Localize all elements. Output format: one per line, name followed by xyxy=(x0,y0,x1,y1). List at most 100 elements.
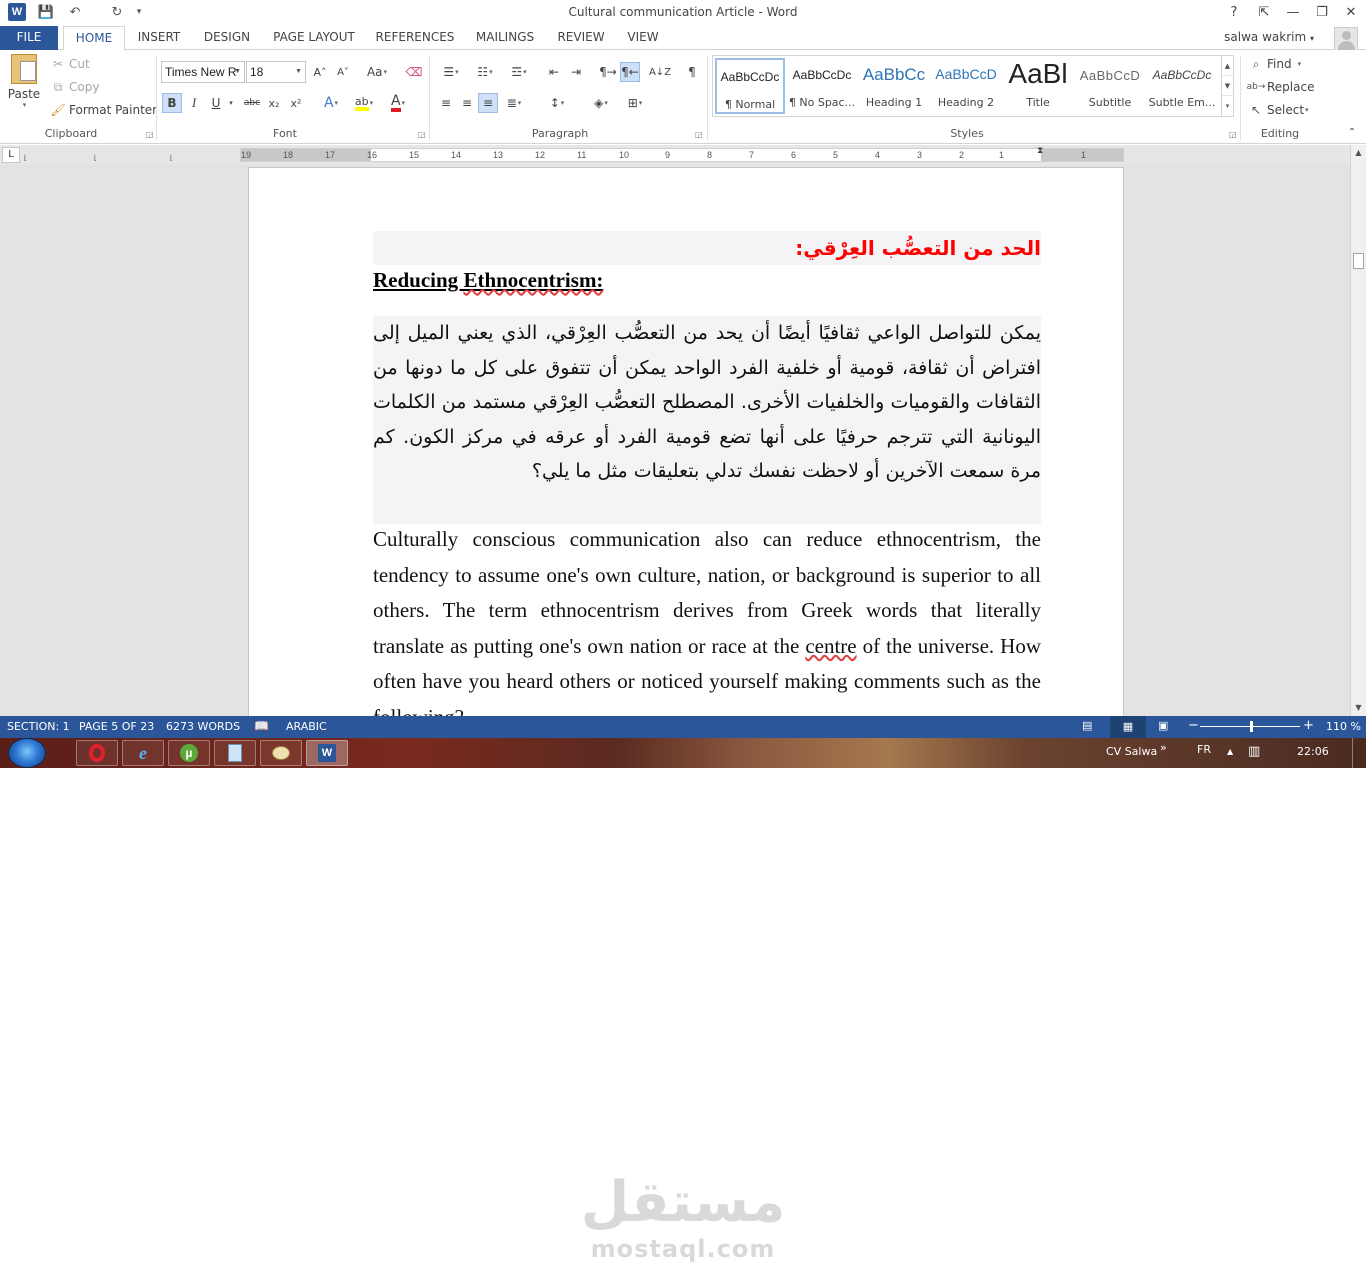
multilevel-list-icon[interactable]: ☲ ▾ xyxy=(504,62,534,82)
arabic-heading[interactable]: الحد من التعصُّب العِرْقي: xyxy=(373,231,1041,265)
borders-icon[interactable]: ⊞ ▾ xyxy=(620,93,650,113)
cut-button[interactable]: ✂ Cut xyxy=(50,56,90,72)
line-spacing-icon[interactable]: ↕ ▾ xyxy=(542,93,572,113)
tab-page-layout[interactable]: PAGE LAYOUT xyxy=(268,26,360,50)
tab-selector[interactable]: L xyxy=(2,147,20,163)
change-case-icon[interactable]: Aa ▾ xyxy=(362,62,392,82)
english-paragraph[interactable]: Culturally conscious communication also … xyxy=(373,522,1041,716)
ribbon-display-options-button[interactable]: ⇱ xyxy=(1251,2,1277,22)
align-center-icon[interactable]: ≡ xyxy=(457,93,477,113)
windows-start-button[interactable] xyxy=(8,738,46,768)
word-count[interactable]: 6273 WORDS xyxy=(166,720,240,733)
style-normal[interactable]: AaBbCcDc ¶ Normal xyxy=(715,58,785,114)
tab-review[interactable]: REVIEW xyxy=(554,26,608,50)
style-title[interactable]: AaBl Title xyxy=(1003,58,1073,114)
font-name-select[interactable]: Times New R ▼ xyxy=(161,61,245,83)
font-launcher-icon[interactable]: ◲ xyxy=(418,130,426,139)
right-indent-marker-icon[interactable]: ⧗ xyxy=(1037,146,1043,156)
copy-button[interactable]: ⧉ Copy xyxy=(50,79,100,95)
chevron-up-icon[interactable]: ▲ xyxy=(1222,56,1233,76)
style-no-spacing[interactable]: AaBbCcDc ¶ No Spac... xyxy=(787,58,857,114)
print-layout-icon[interactable]: ▦ xyxy=(1110,716,1146,738)
sort-icon[interactable]: A↓Z xyxy=(649,62,671,82)
indent-marker-icon[interactable]: ⌊ xyxy=(24,154,27,162)
zoom-slider-thumb[interactable] xyxy=(1250,721,1253,732)
tab-view[interactable]: VIEW xyxy=(622,26,664,50)
web-layout-icon[interactable]: ▣ xyxy=(1158,719,1168,732)
page-indicator[interactable]: PAGE 5 OF 23 xyxy=(79,720,154,733)
scroll-up-icon[interactable]: ▲ xyxy=(1351,145,1366,161)
help-button[interactable]: ? xyxy=(1221,2,1247,22)
input-language[interactable]: FR xyxy=(1197,743,1211,756)
format-painter-button[interactable]: 🖌 Format Painter xyxy=(50,102,157,118)
english-heading[interactable]: Reducing Ethnocentrism: xyxy=(373,265,1041,295)
horizontal-ruler[interactable]: 19 18 17 16 15 14 13 12 11 10 9 8 7 6 5 … xyxy=(240,146,1124,162)
tab-stop-icon[interactable]: ⌊ xyxy=(170,154,173,162)
zoom-in-icon[interactable]: + xyxy=(1303,718,1314,733)
italic-button[interactable]: I xyxy=(184,93,204,113)
grow-font-icon[interactable]: A˄ xyxy=(310,62,330,82)
word-taskbar-icon[interactable]: W xyxy=(306,740,348,766)
styles-launcher-icon[interactable]: ◲ xyxy=(1229,130,1237,139)
replace-button[interactable]: ab→ Replace xyxy=(1247,79,1315,95)
notepad-icon[interactable] xyxy=(214,740,256,766)
internet-explorer-icon[interactable]: e xyxy=(122,740,164,766)
text-effects-icon[interactable]: A ▾ xyxy=(316,93,346,113)
scroll-down-icon[interactable]: ▼ xyxy=(1351,700,1366,716)
style-heading-1[interactable]: AaBbCc Heading 1 xyxy=(859,58,929,114)
shading-icon[interactable]: ◈ ▾ xyxy=(586,93,616,113)
highlight-icon[interactable]: ab ▾ xyxy=(349,93,379,113)
underline-dropdown-icon[interactable]: ▾ xyxy=(226,93,236,113)
zoom-slider[interactable] xyxy=(1200,721,1300,732)
restore-button[interactable]: ❐ xyxy=(1309,2,1335,22)
font-color-icon[interactable]: A ▾ xyxy=(383,93,413,113)
tab-insert[interactable]: INSERT xyxy=(133,26,185,50)
minimize-button[interactable]: — xyxy=(1280,2,1306,22)
tab-file[interactable]: FILE xyxy=(0,26,58,50)
utorrent-icon[interactable]: µ xyxy=(168,740,210,766)
align-left-icon[interactable]: ≡ xyxy=(436,93,456,113)
style-subtitle[interactable]: AaBbCcD Subtitle xyxy=(1075,58,1145,114)
collapse-ribbon-icon[interactable]: ⌃ xyxy=(1342,122,1362,142)
zoom-level[interactable]: 110 % xyxy=(1326,720,1361,733)
tab-stop-icon[interactable]: ⌊ xyxy=(94,154,97,162)
scroll-thumb[interactable] xyxy=(1353,253,1364,269)
system-clock[interactable]: 22:06 xyxy=(1297,745,1329,758)
network-icon[interactable]: ▥ xyxy=(1248,744,1260,759)
shrink-font-icon[interactable]: A˅ xyxy=(333,62,353,82)
paragraph-launcher-icon[interactable]: ◲ xyxy=(695,130,703,139)
strikethrough-button[interactable]: abc xyxy=(240,93,264,113)
chevron-down-icon[interactable]: ▼ xyxy=(1222,76,1233,96)
style-heading-2[interactable]: AaBbCcD Heading 2 xyxy=(931,58,1001,114)
font-size-select[interactable]: 18 ▼ xyxy=(246,61,306,83)
show-desktop-button[interactable] xyxy=(1352,738,1366,768)
subscript-button[interactable]: x₂ xyxy=(264,93,284,113)
close-button[interactable]: ✕ xyxy=(1338,2,1364,22)
tray-expand-icon[interactable]: » xyxy=(1160,741,1167,754)
user-account-name[interactable]: salwa wakrim ▾ xyxy=(1224,30,1314,44)
tab-references[interactable]: REFERENCES xyxy=(374,26,456,50)
select-button[interactable]: ↖ Select ▾ xyxy=(1248,102,1309,118)
section-indicator[interactable]: SECTION: 1 xyxy=(7,720,70,733)
decrease-indent-icon[interactable]: ⇤ xyxy=(544,62,564,82)
proofing-icon[interactable]: 📖 xyxy=(254,719,269,733)
arabic-paragraph[interactable]: يمكن للتواصل الواعي ثقافيًا أيضًا أن يحد… xyxy=(373,316,1041,524)
more-styles-icon[interactable]: ▾ xyxy=(1222,96,1233,116)
show-formatting-marks-icon[interactable]: ¶ xyxy=(682,62,702,82)
read-mode-icon[interactable]: ▤ xyxy=(1082,719,1092,732)
paste-button[interactable]: Paste ▾ xyxy=(6,54,42,120)
vertical-scrollbar[interactable]: ▲ ▼ xyxy=(1350,145,1366,716)
avatar[interactable] xyxy=(1334,27,1358,51)
style-subtle-emphasis[interactable]: AaBbCcDc Subtle Em... xyxy=(1147,58,1217,114)
underline-button[interactable]: U xyxy=(206,93,226,113)
show-hidden-icons-icon[interactable]: ▲ xyxy=(1227,747,1233,756)
styles-gallery-scroll[interactable]: ▲ ▼ ▾ xyxy=(1221,55,1234,117)
document-page[interactable]: الحد من التعصُّب العِرْقي: Reducing Ethn… xyxy=(248,167,1124,716)
clear-formatting-icon[interactable]: ⌫ xyxy=(404,62,424,82)
bullets-icon[interactable]: ☰ ▾ xyxy=(436,62,466,82)
rtl-direction-icon[interactable]: ¶← xyxy=(620,62,640,82)
language-indicator[interactable]: ARABIC xyxy=(286,720,327,733)
opera-icon[interactable] xyxy=(76,740,118,766)
bold-button[interactable]: B xyxy=(162,93,182,113)
tray-user[interactable]: CV Salwa xyxy=(1106,745,1157,758)
